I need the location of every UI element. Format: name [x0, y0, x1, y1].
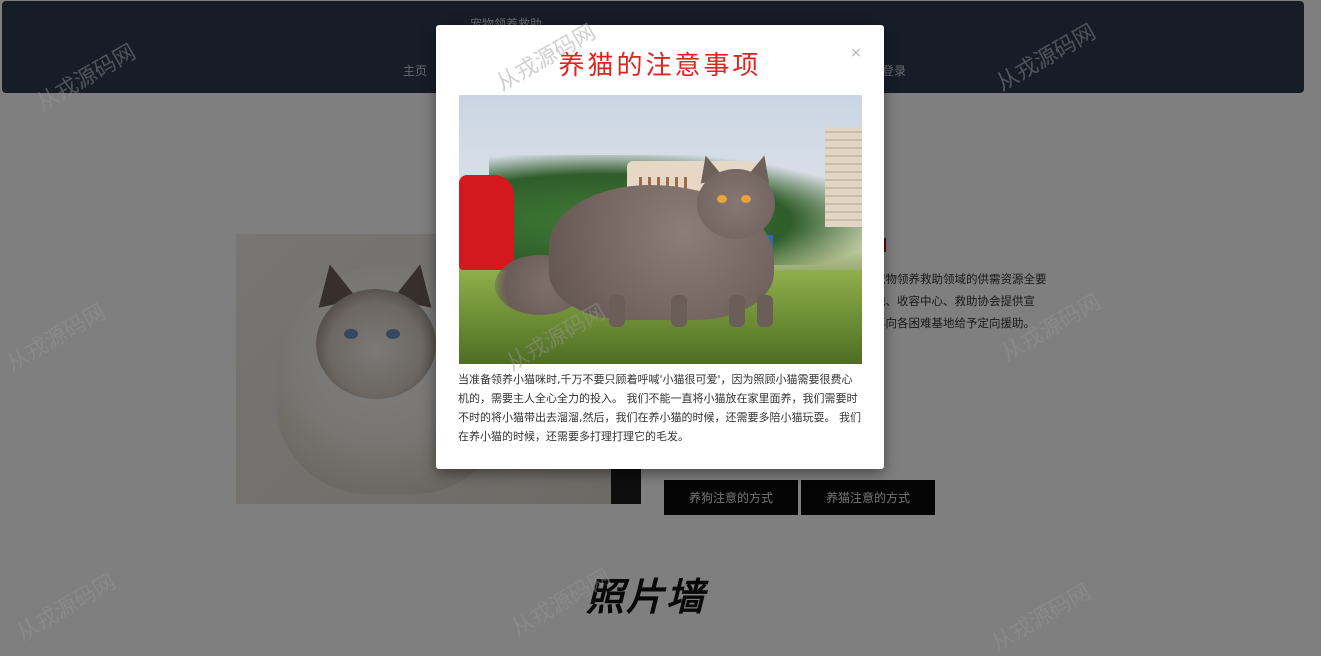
close-icon[interactable]: ×	[848, 45, 864, 61]
gray-cat-photo	[459, 95, 862, 364]
modal-title: 养猫的注意事项	[558, 51, 762, 81]
gray-cat-leg	[609, 295, 625, 327]
gray-cat-head	[697, 169, 775, 239]
gray-cat-leg	[757, 295, 773, 327]
modal-paragraph: 当准备领养小猫咪时,千万不要只顾着呼喊'小猫很可爱'，因为照顾小猫需要很费心机的…	[458, 373, 861, 443]
cat-care-modal: 养猫的注意事项 × 当准备领养小猫咪时,千万不要只顾着呼喊'小猫很可爱'，因为照…	[436, 25, 884, 469]
building	[825, 127, 862, 227]
page: 宠物领养救助 主页 /登录 宠物领养救助领域的供需资源全要 地、收容中心、救助协…	[0, 0, 1321, 656]
gray-cat-leg	[671, 295, 687, 327]
red-chair	[459, 175, 514, 270]
gray-cat-eye-left	[717, 195, 727, 203]
gray-cat-leg	[729, 295, 745, 327]
gray-cat-eye-right	[741, 195, 751, 203]
